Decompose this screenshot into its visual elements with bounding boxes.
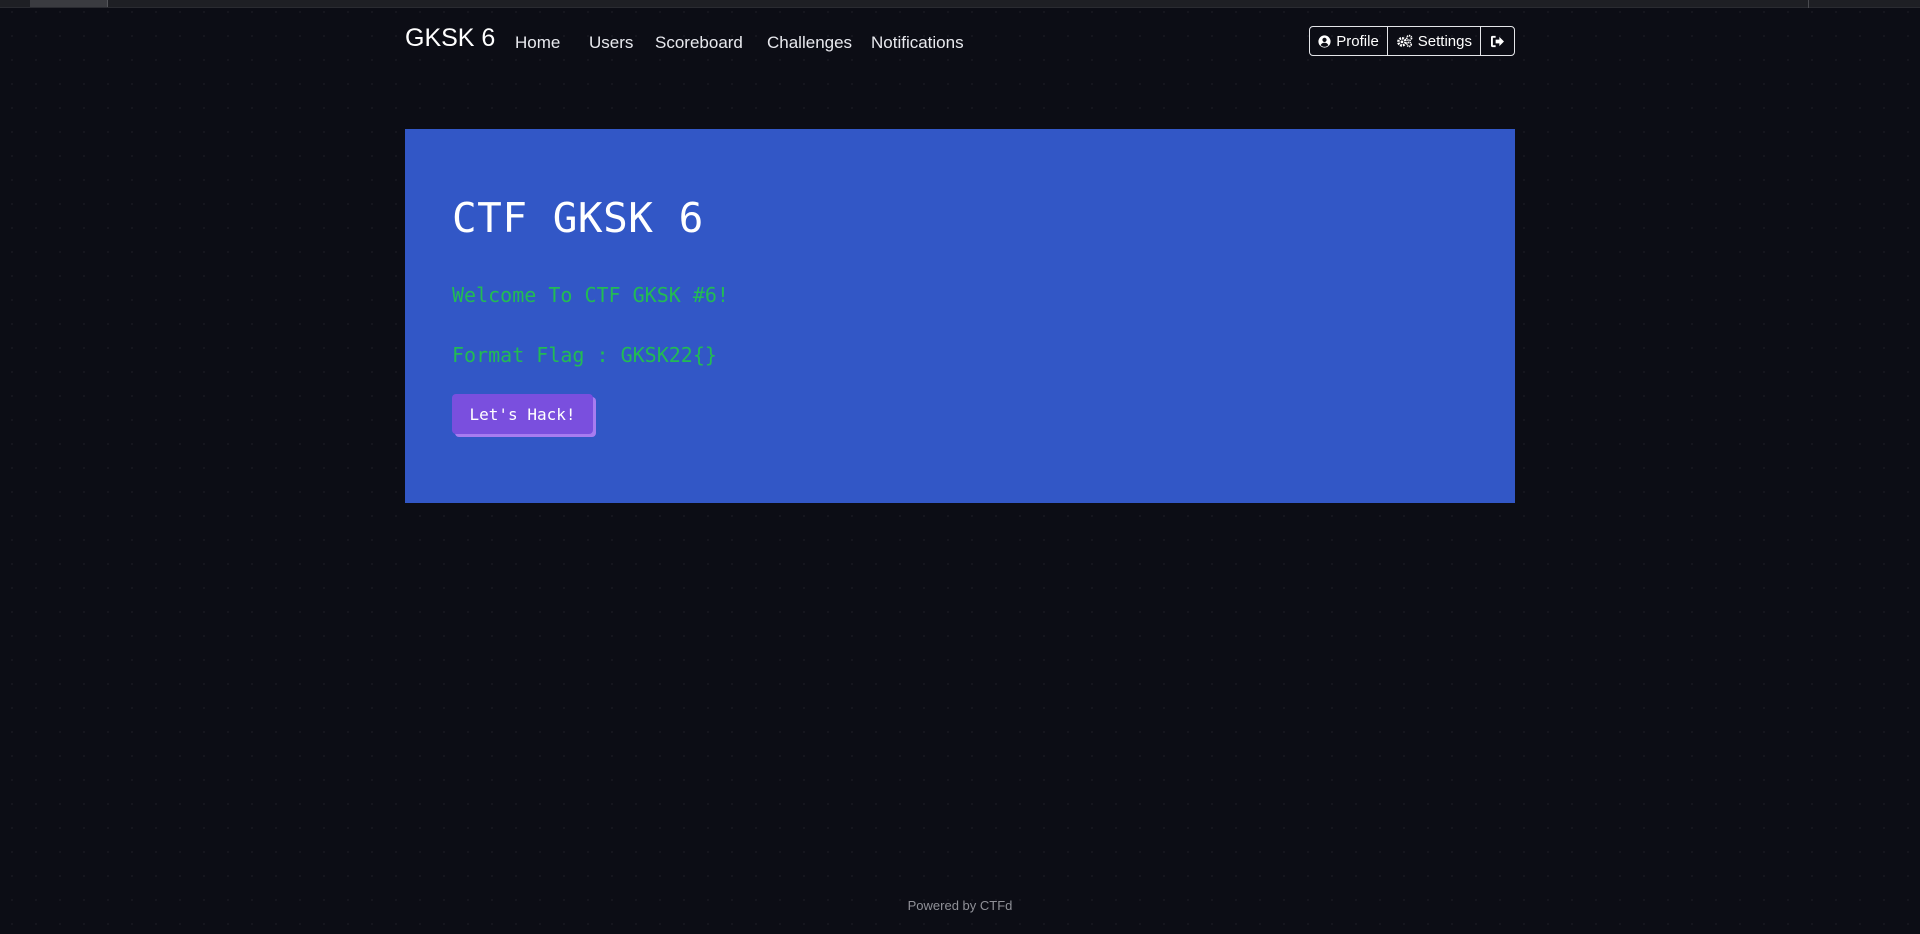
nav-link-challenges[interactable]: Challenges: [767, 33, 852, 53]
settings-button[interactable]: Settings: [1388, 27, 1481, 55]
profile-button[interactable]: Profile: [1310, 27, 1388, 55]
hero-banner: CTF GKSK 6 Welcome To CTF GKSK #6! Forma…: [405, 129, 1515, 503]
nav-link-users[interactable]: Users: [589, 33, 633, 53]
strip-divider: [1808, 0, 1809, 8]
hero-title: CTF GKSK 6: [452, 194, 704, 242]
sign-out-icon: [1490, 35, 1505, 48]
nav-link-home[interactable]: Home: [515, 33, 560, 53]
settings-label: Settings: [1417, 32, 1472, 50]
footer: Powered by CTFd: [0, 898, 1920, 913]
user-circle-icon: [1318, 34, 1331, 48]
nav-link-scoreboard[interactable]: Scoreboard: [655, 33, 743, 53]
powered-by-link[interactable]: Powered by CTFd: [908, 898, 1013, 913]
lets-hack-button[interactable]: Let's Hack!: [452, 394, 593, 434]
browser-tab[interactable]: [30, 0, 108, 7]
welcome-text: Welcome To CTF GKSK #6!: [452, 283, 729, 307]
flag-format-text: Format Flag : GKSK22{}: [452, 343, 717, 367]
cogs-icon: [1396, 34, 1413, 48]
brand-link[interactable]: GKSK 6: [405, 24, 495, 53]
navbar: GKSK 6 Home Users Scoreboard Challenges …: [405, 22, 1515, 60]
browser-top-strip: [0, 0, 1920, 8]
nav-link-notifications[interactable]: Notifications: [871, 33, 964, 53]
profile-label: Profile: [1336, 32, 1379, 50]
logout-button[interactable]: [1481, 27, 1514, 55]
user-button-group: Profile Settings: [1309, 26, 1515, 56]
